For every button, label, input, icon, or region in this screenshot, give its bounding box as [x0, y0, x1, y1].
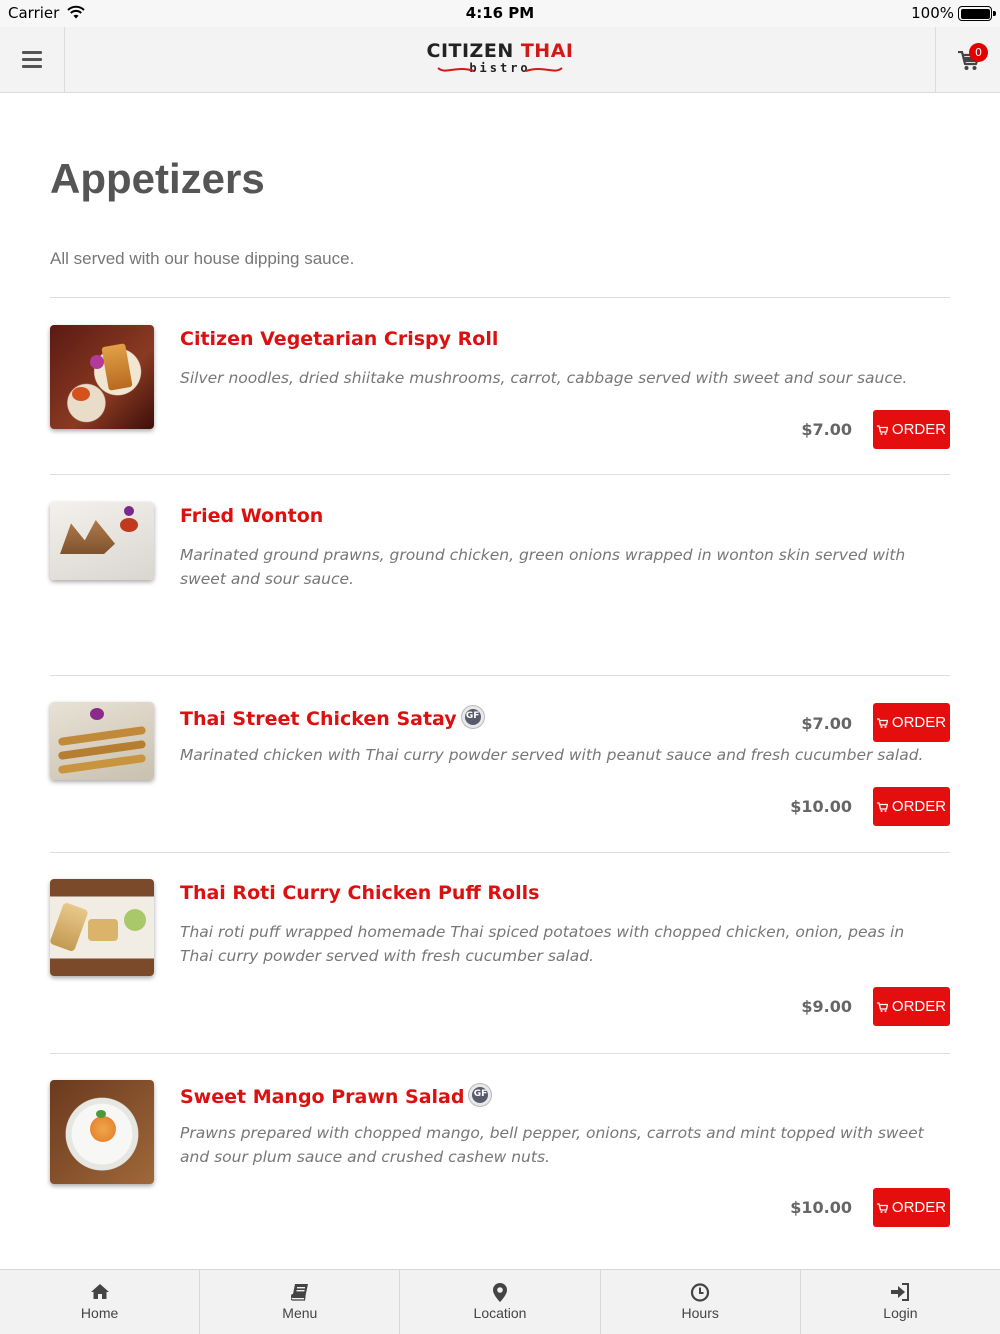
order-button[interactable]: ORDER	[873, 987, 950, 1026]
divider	[50, 297, 950, 298]
logo-subtitle: bistro	[0, 61, 1000, 75]
tab-hours[interactable]: Hours	[601, 1270, 801, 1334]
item-description: Silver noodles, dried shiitake mushrooms…	[180, 369, 908, 387]
order-label: ORDER	[891, 798, 947, 815]
item-photo[interactable]	[50, 879, 154, 976]
logo-wordmark: CITIZEN THAI	[0, 41, 1000, 61]
item-description: Marinated chicken with Thai curry powder…	[180, 746, 924, 764]
item-description: Thai roti puff wrapped homemade Thai spi…	[180, 923, 905, 965]
gluten-free-icon: GF	[460, 705, 485, 729]
clock: 4:16 PM	[465, 4, 535, 22]
logo-subtitle-text: bistro	[469, 61, 531, 75]
order-label: ORDER	[891, 421, 947, 438]
order-button[interactable]: ORDER	[873, 1188, 950, 1227]
item-price: $10.00	[790, 1198, 852, 1217]
bottom-tab-bar: Home Menu Location Hours Login	[0, 1269, 1000, 1334]
item-photo[interactable]	[50, 325, 154, 429]
status-bar: Carrier 4:16 PM 100%	[0, 0, 1000, 27]
order-label: ORDER	[891, 1199, 947, 1216]
gf-badge-text: GF	[465, 711, 480, 721]
tab-location[interactable]: Location	[400, 1270, 601, 1334]
item-photo[interactable]	[50, 702, 154, 780]
item-name-text: Fried Wonton	[180, 505, 324, 527]
item-name[interactable]: Thai Street Chicken Satay GF	[180, 705, 485, 730]
clock-icon	[691, 1283, 710, 1302]
logo-word-thai: THAI	[520, 40, 574, 62]
map-pin-icon	[493, 1283, 507, 1302]
item-name[interactable]: Citizen Vegetarian Crispy Roll	[180, 328, 498, 350]
item-description: Marinated ground prawns, ground chicken,…	[180, 546, 906, 588]
tab-label: Location	[473, 1305, 527, 1321]
book-icon	[290, 1284, 308, 1301]
tab-label: Login	[883, 1305, 918, 1321]
cart-button[interactable]: 0	[935, 27, 1000, 92]
restaurant-logo[interactable]: CITIZEN THAI bistro	[0, 41, 1000, 75]
item-name[interactable]: Sweet Mango Prawn Salad GF	[180, 1083, 493, 1108]
order-button[interactable]: ORDER	[873, 410, 950, 449]
item-name-text: Thai Street Chicken Satay	[180, 708, 457, 730]
logo-swirl-left	[437, 67, 475, 72]
order-label: ORDER	[891, 998, 947, 1015]
item-name[interactable]: Thai Roti Curry Chicken Puff Rolls	[180, 882, 539, 904]
divider	[50, 1053, 950, 1054]
menu-content: Appetizers All served with our house dip…	[0, 93, 1000, 1269]
battery-icon	[958, 6, 996, 21]
item-price: $7.00	[801, 714, 852, 733]
cart-count-badge: 0	[969, 43, 988, 62]
item-name-text: Sweet Mango Prawn Salad	[180, 1086, 465, 1108]
item-name[interactable]: Fried Wonton	[180, 505, 323, 527]
order-button[interactable]: ORDER	[873, 703, 950, 742]
app-header: CITIZEN THAI bistro 0	[0, 27, 1000, 93]
tab-menu[interactable]: Menu	[200, 1270, 401, 1334]
order-label: ORDER	[891, 714, 947, 731]
logo-swirl-right	[525, 67, 563, 72]
item-photo[interactable]	[50, 1080, 154, 1184]
app-screen: Carrier 4:16 PM 100% CITIZEN THAI bistro	[0, 0, 1000, 1334]
item-name-text: Citizen Vegetarian Crispy Roll	[180, 328, 499, 350]
section-subtitle: All served with our house dipping sauce.	[50, 249, 355, 268]
item-photo[interactable]	[50, 502, 154, 580]
divider	[50, 675, 950, 676]
tab-label: Home	[80, 1305, 119, 1321]
home-icon	[90, 1284, 109, 1299]
cart-small-icon	[876, 1202, 888, 1213]
cart-small-icon	[876, 801, 888, 812]
tab-label: Menu	[282, 1305, 318, 1321]
tab-home[interactable]: Home	[0, 1270, 201, 1334]
item-description: Prawns prepared with chopped mango, bell…	[180, 1124, 924, 1166]
sign-in-icon	[891, 1283, 910, 1301]
tab-label: Hours	[681, 1305, 719, 1321]
page-title: Appetizers	[50, 155, 265, 202]
tab-login[interactable]: Login	[801, 1270, 1000, 1334]
cart-small-icon	[876, 717, 888, 728]
battery-percent: 100%	[911, 4, 954, 22]
cart-small-icon	[876, 1001, 888, 1012]
divider	[50, 474, 950, 475]
item-name-text: Thai Roti Curry Chicken Puff Rolls	[180, 882, 540, 904]
logo-word-citizen: CITIZEN	[426, 40, 521, 62]
item-price: $9.00	[801, 997, 852, 1016]
item-price: $10.00	[790, 797, 852, 816]
cart-small-icon	[876, 424, 888, 435]
order-button[interactable]: ORDER	[873, 787, 950, 826]
item-price: $7.00	[801, 420, 852, 439]
gf-badge-text: GF	[473, 1089, 488, 1099]
divider	[50, 852, 950, 853]
gluten-free-icon: GF	[468, 1083, 493, 1107]
